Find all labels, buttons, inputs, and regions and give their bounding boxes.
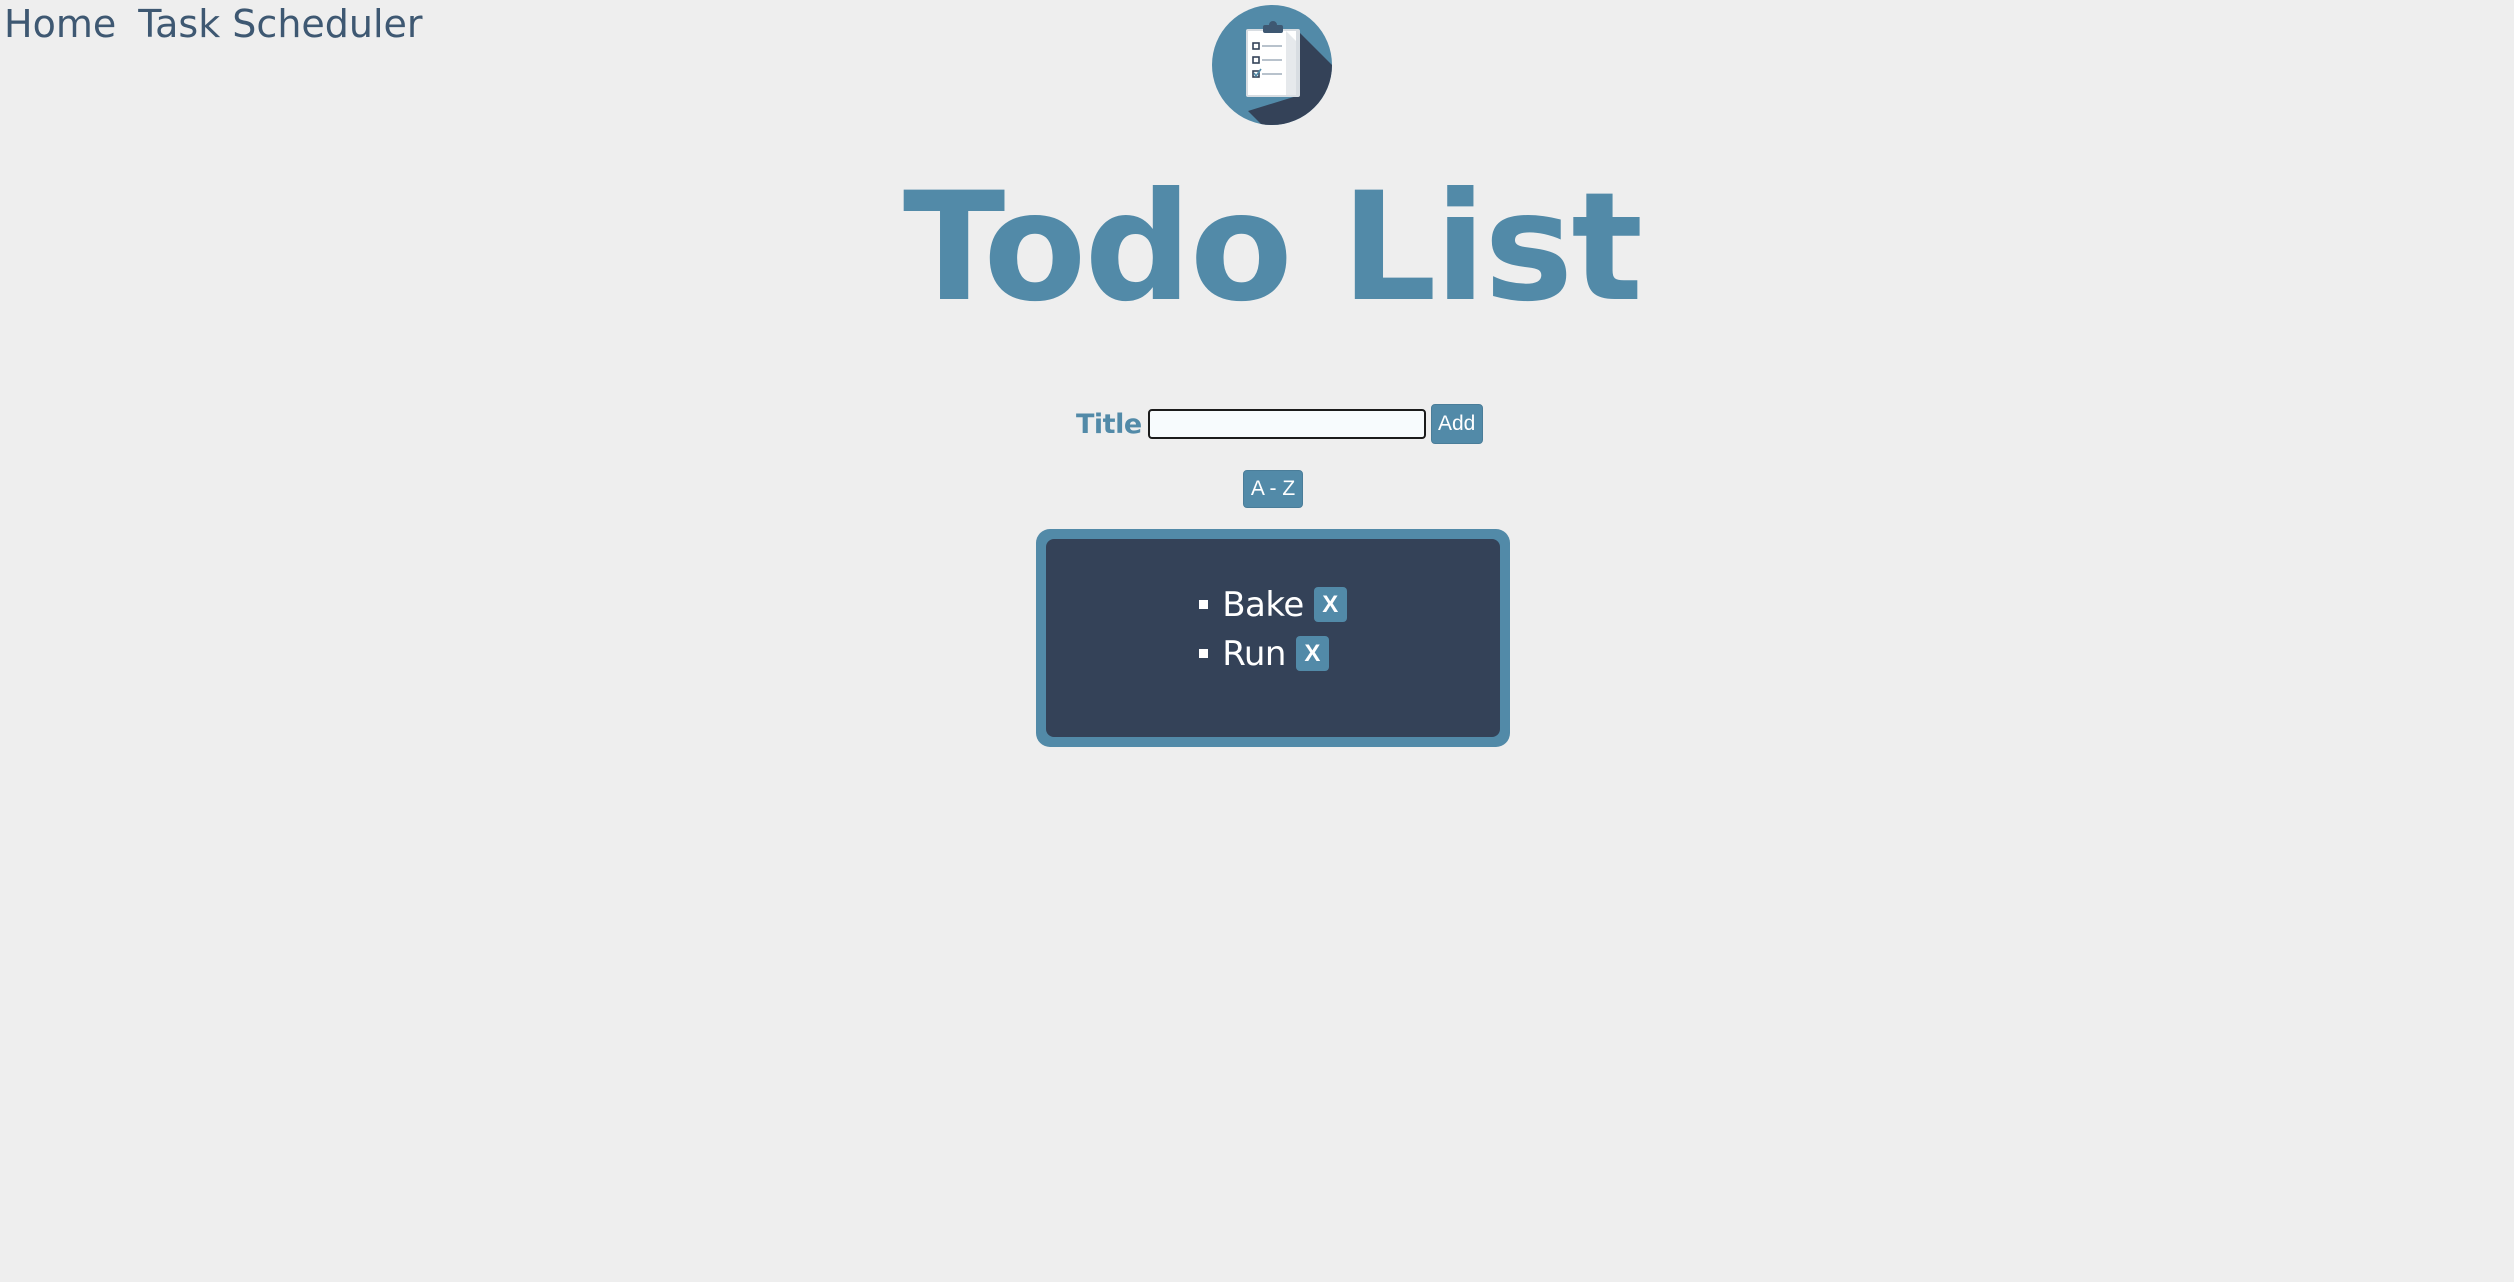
list-item: Run X: [1199, 629, 1347, 678]
delete-button[interactable]: X: [1313, 587, 1347, 622]
nav-home-link[interactable]: Home: [4, 0, 116, 48]
bullet-icon: [1199, 600, 1209, 609]
todo-list-inner: Bake X Run X: [1046, 539, 1500, 737]
sort-a-z-button[interactable]: A - Z: [1243, 470, 1303, 508]
delete-button[interactable]: X: [1295, 636, 1329, 671]
clipboard-checklist-icon: [1212, 5, 1332, 125]
todo-text: Run: [1222, 633, 1286, 674]
bullet-icon: [1199, 649, 1209, 658]
title-label: Title: [1076, 408, 1142, 440]
nav-task-scheduler-link[interactable]: Task Scheduler: [138, 0, 422, 48]
top-nav: Home Task Scheduler: [4, 0, 423, 48]
add-button[interactable]: Add: [1430, 404, 1483, 444]
todo-text: Bake: [1222, 584, 1304, 625]
page: Home Task Scheduler Todo List Title Add …: [0, 0, 2514, 1282]
page-title: Todo List: [902, 161, 1643, 335]
todo-list: Bake X Run X: [1199, 580, 1347, 678]
todo-list-panel: Bake X Run X: [1036, 529, 1510, 747]
add-todo-form: Title Add: [1076, 404, 1483, 444]
title-input[interactable]: [1147, 409, 1426, 439]
list-item: Bake X: [1199, 580, 1347, 629]
